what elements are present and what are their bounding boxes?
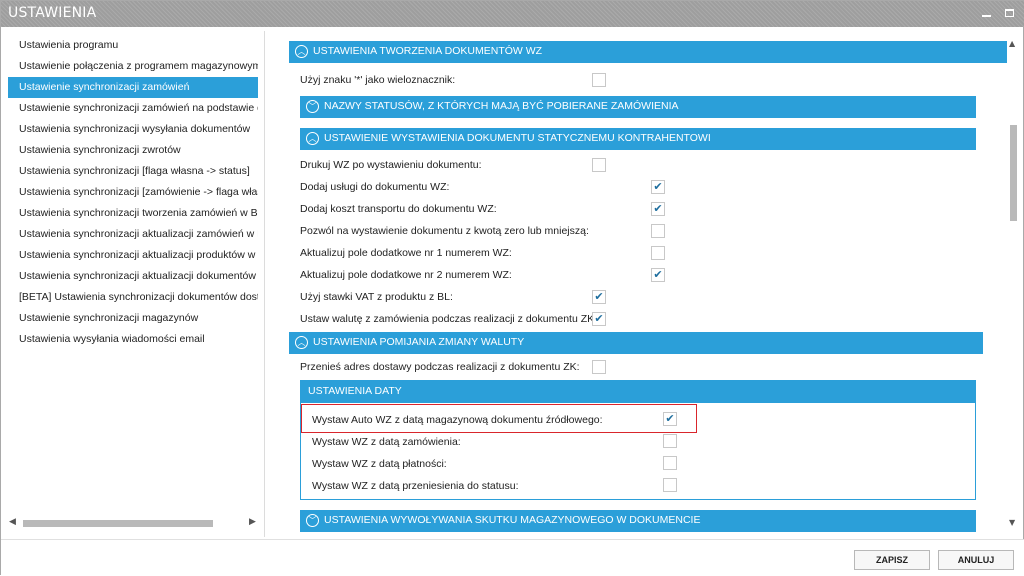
sidebar-item-flag-status[interactable]: Ustawienia synchronizacji [flaga własna … xyxy=(8,161,258,182)
section-title: NAZWY STATUSÓW, Z KTÓRYCH MAJĄ BYĆ POBIE… xyxy=(324,100,679,112)
print-wz-checkbox[interactable] xyxy=(592,158,606,172)
setting-row: Wystaw WZ z datą przeniesienia do status… xyxy=(312,480,519,500)
section-title: USTAWIENIA WYWOŁYWANIA SKUTKU MAGAZYNOWE… xyxy=(324,514,701,526)
sidebar-item-beta-delivery-docs[interactable]: [BETA] Ustawienia synchronizacji dokumen… xyxy=(8,287,258,308)
set-currency-checkbox[interactable]: ✔ xyxy=(592,312,606,326)
setting-row: Dodaj koszt transportu do dokumentu WZ: xyxy=(300,203,497,223)
sidebar-item-program[interactable]: Ustawienia programu xyxy=(8,35,258,56)
wz-payment-date-checkbox[interactable] xyxy=(663,456,677,470)
chevron-down-icon[interactable]: ﹀ xyxy=(306,100,319,113)
setting-row: Użyj stawki VAT z produktu z BL: xyxy=(300,291,453,311)
sidebar-item-document-sending[interactable]: Ustawienia synchronizacji wysyłania doku… xyxy=(8,119,258,140)
setting-label: Wystaw WZ z datą płatności: xyxy=(312,458,447,470)
add-transport-checkbox[interactable]: ✔ xyxy=(651,202,665,216)
sidebar-item-document-update[interactable]: Ustawienia synchronizacji aktualizacji d… xyxy=(8,266,258,287)
setting-row: Użyj znaku '*' jako wieloznacznik: xyxy=(300,74,455,94)
sidebar-item-order-sync[interactable]: Ustawienie synchronizacji zamówień xyxy=(8,77,258,98)
setting-label: Dodaj usługi do dokumentu WZ: xyxy=(300,181,450,193)
auto-wz-warehouse-date-checkbox[interactable]: ✔ xyxy=(663,412,677,426)
section-static-contractor[interactable]: ︿ USTAWIENIE WYSTAWIENIA DOKUMENTU STATY… xyxy=(300,128,976,150)
chevron-up-icon[interactable]: ︿ xyxy=(306,132,319,145)
section-status-names[interactable]: ﹀ NAZWY STATUSÓW, Z KTÓRYCH MAJĄ BYĆ POB… xyxy=(300,96,976,118)
sidebar-item-connection[interactable]: Ustawienie połączenia z programem magazy… xyxy=(8,56,258,77)
title-bar: USTAWIENIA xyxy=(1,1,1024,27)
settings-window: USTAWIENIA Ustawienia programu Ustawieni… xyxy=(0,0,1024,576)
sidebar-item-order-sync-basis[interactable]: Ustawienie synchronizacji zamówień na po… xyxy=(8,98,258,119)
sidebar-item-product-update[interactable]: Ustawienia synchronizacji aktualizacji p… xyxy=(8,245,258,266)
save-button[interactable]: ZAPISZ xyxy=(854,550,930,570)
scroll-right-icon[interactable]: ▶ xyxy=(249,517,256,527)
extra-field-1-checkbox[interactable] xyxy=(651,246,665,260)
setting-label: Użyj stawki VAT z produktu z BL: xyxy=(300,291,453,303)
setting-row: Aktualizuj pole dodatkowe nr 2 numerem W… xyxy=(300,269,512,289)
setting-label: Przenieś adres dostawy podczas realizacj… xyxy=(300,361,580,373)
setting-label: Aktualizuj pole dodatkowe nr 1 numerem W… xyxy=(300,247,512,259)
section-currency-skip[interactable]: ︿ USTAWIENIA POMIJANIA ZMIANY WALUTY xyxy=(289,332,983,354)
setting-label: Użyj znaku '*' jako wieloznacznik: xyxy=(300,74,456,86)
setting-label: Pozwól na wystawienie dokumentu z kwotą … xyxy=(300,225,589,237)
scroll-down-icon[interactable]: ▼ xyxy=(1009,518,1015,527)
scroll-left-icon[interactable]: ◀ xyxy=(9,517,16,527)
section-wz-creation[interactable]: ︿ USTAWIENIA TWORZENIA DOKUMENTÓW WZ xyxy=(289,41,1007,63)
wz-status-date-checkbox[interactable] xyxy=(663,478,677,492)
panel-title: USTAWIENIA DATY xyxy=(301,381,975,403)
minimize-icon[interactable] xyxy=(977,4,995,20)
sidebar-item-order-flag[interactable]: Ustawienia synchronizacji [zamówienie ->… xyxy=(8,182,258,203)
setting-row: Wystaw WZ z datą zamówienia: xyxy=(312,436,461,456)
settings-content: ︿ USTAWIENIA TWORZENIA DOKUMENTÓW WZ Uży… xyxy=(277,31,1007,537)
setting-row: Pozwól na wystawienie dokumentu z kwotą … xyxy=(300,225,589,245)
wildcard-checkbox[interactable] xyxy=(592,73,606,87)
settings-nav: Ustawienia programu Ustawienie połączeni… xyxy=(7,31,265,537)
setting-label: Drukuj WZ po wystawieniu dokumentu: xyxy=(300,159,482,171)
scrollbar-thumb[interactable] xyxy=(23,520,213,527)
add-services-checkbox[interactable]: ✔ xyxy=(651,180,665,194)
maximize-icon[interactable] xyxy=(1000,4,1018,20)
sidebar-item-order-update[interactable]: Ustawienia synchronizacji aktualizacji z… xyxy=(8,224,258,245)
transfer-address-checkbox[interactable] xyxy=(592,360,606,374)
sidebar-item-returns[interactable]: Ustawienia synchronizacji zwrotów xyxy=(8,140,258,161)
window-title: USTAWIENIA xyxy=(8,5,97,21)
content-vertical-scrollbar[interactable]: ▲ ▼ xyxy=(1005,31,1021,531)
sidebar-item-warehouse-sync[interactable]: Ustawienie synchronizacji magazynów xyxy=(8,308,258,329)
sidebar-horizontal-scrollbar[interactable]: ◀ ▶ xyxy=(7,515,259,531)
setting-label: Wystaw WZ z datą zamówienia: xyxy=(312,436,461,448)
section-title: USTAWIENIA POMIJANIA ZMIANY WALUTY xyxy=(313,336,525,348)
sidebar-item-email[interactable]: Ustawienia wysyłania wiadomości email xyxy=(8,329,258,350)
section-warehouse-effect[interactable]: ﹀ USTAWIENIA WYWOŁYWANIA SKUTKU MAGAZYNO… xyxy=(300,510,976,532)
setting-row: Dodaj usługi do dokumentu WZ: xyxy=(300,181,449,201)
sidebar-item-order-creation[interactable]: Ustawienia synchronizacji tworzenia zamó… xyxy=(8,203,258,224)
section-title: USTAWIENIE WYSTAWIENIA DOKUMENTU STATYCZ… xyxy=(324,132,711,144)
wz-order-date-checkbox[interactable] xyxy=(663,434,677,448)
allow-zero-amount-checkbox[interactable] xyxy=(651,224,665,238)
setting-row: Aktualizuj pole dodatkowe nr 1 numerem W… xyxy=(300,247,512,267)
chevron-down-icon[interactable]: ﹀ xyxy=(306,514,319,527)
setting-row: Ustaw walutę z zamówienia podczas realiz… xyxy=(300,313,597,333)
setting-label: Wystaw Auto WZ z datą magazynową dokumen… xyxy=(312,414,603,426)
setting-label: Wystaw WZ z datą przeniesienia do status… xyxy=(312,480,519,492)
extra-field-2-checkbox[interactable]: ✔ xyxy=(651,268,665,282)
cancel-button[interactable]: ANULUJ xyxy=(938,550,1014,570)
vat-rate-checkbox[interactable]: ✔ xyxy=(592,290,606,304)
chevron-up-icon[interactable]: ︿ xyxy=(295,336,308,349)
setting-row: Wystaw WZ z datą płatności: xyxy=(312,458,447,478)
chevron-up-icon[interactable]: ︿ xyxy=(295,45,308,58)
scroll-up-icon[interactable]: ▲ xyxy=(1009,39,1015,48)
section-title: USTAWIENIA TWORZENIA DOKUMENTÓW WZ xyxy=(313,45,543,57)
dialog-footer: ZAPISZ ANULUJ xyxy=(1,539,1024,576)
setting-label: Aktualizuj pole dodatkowe nr 2 numerem W… xyxy=(300,269,512,281)
panel-splitter[interactable] xyxy=(265,31,277,537)
setting-row: Drukuj WZ po wystawieniu dokumentu: xyxy=(300,159,482,179)
setting-row: Przenieś adres dostawy podczas realizacj… xyxy=(300,361,580,381)
setting-label: Ustaw walutę z zamówienia podczas realiz… xyxy=(300,313,598,325)
setting-row: Wystaw Auto WZ z datą magazynową dokumen… xyxy=(312,414,603,434)
setting-label: Dodaj koszt transportu do dokumentu WZ: xyxy=(300,203,497,215)
scrollbar-thumb[interactable] xyxy=(1010,125,1017,221)
